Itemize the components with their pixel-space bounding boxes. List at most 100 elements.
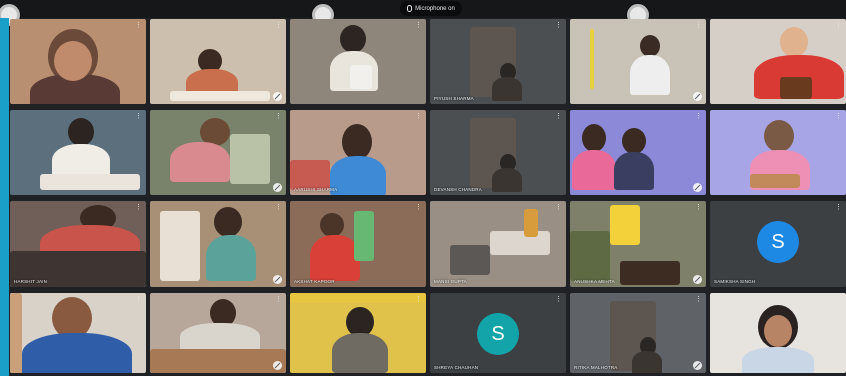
video-object [524, 209, 538, 237]
video-person-head [622, 128, 646, 154]
more-options-icon[interactable]: ⋮ [135, 204, 142, 211]
video-person-body [492, 77, 522, 101]
participant-tile[interactable]: ⋮ [150, 110, 286, 195]
participant-video [10, 19, 146, 104]
participant-name: PIYUSH SHARMA [434, 96, 474, 101]
participant-tile[interactable]: ⋮ AKSHAT KAPOOR [290, 201, 426, 287]
participant-tile[interactable]: ⋮ [150, 19, 286, 104]
more-options-icon[interactable]: ⋮ [695, 22, 702, 29]
participant-tile[interactable]: ⋮ [150, 293, 286, 373]
more-options-icon[interactable]: ⋮ [555, 296, 562, 303]
video-person-head [340, 25, 366, 53]
participant-tile[interactable]: ⋮ PIYUSH SHARMA [430, 19, 566, 104]
participant-video [710, 293, 846, 373]
video-person-body [614, 152, 654, 190]
participant-tile[interactable]: ⋮ ANUSHKA MEHTA [570, 201, 706, 287]
more-options-icon[interactable]: ⋮ [415, 113, 422, 120]
participant-tile[interactable]: ⋮ [710, 293, 846, 373]
participant-video [10, 201, 146, 287]
video-person-body [630, 55, 670, 95]
video-object [40, 174, 140, 190]
participant-video [290, 293, 426, 373]
participant-tile[interactable]: ⋮ [710, 110, 846, 195]
more-options-icon[interactable]: ⋮ [415, 296, 422, 303]
participant-video [570, 19, 706, 104]
video-object [450, 245, 490, 275]
participant-video [710, 110, 846, 195]
participant-tile[interactable]: ⋮ [10, 110, 146, 195]
more-options-icon[interactable]: ⋮ [275, 204, 282, 211]
video-person-head [320, 213, 344, 237]
muted-mic-icon [693, 183, 702, 192]
more-options-icon[interactable]: ⋮ [835, 204, 842, 211]
participant-tile[interactable]: ⋮ DEVANSH CHANDRA [430, 110, 566, 195]
participant-tile[interactable]: ⋮ RITIKA MALHOTRA [570, 293, 706, 373]
video-object [590, 29, 594, 89]
more-options-icon[interactable]: ⋮ [275, 296, 282, 303]
participant-tile[interactable]: ⋮ [570, 19, 706, 104]
microphone-icon [407, 5, 413, 12]
participant-tile[interactable]: ⋮ [710, 19, 846, 104]
participant-video [710, 19, 846, 104]
video-person-head [342, 124, 372, 160]
participant-video [10, 293, 146, 373]
video-person-head [68, 118, 94, 146]
more-options-icon[interactable]: ⋮ [835, 296, 842, 303]
participant-video [290, 110, 426, 195]
more-options-icon[interactable]: ⋮ [835, 22, 842, 29]
video-person-head [764, 315, 792, 347]
participant-tile[interactable]: ⋮ [570, 110, 706, 195]
video-person-body [492, 168, 522, 192]
participant-name: RITIKA MALHOTRA [574, 365, 618, 370]
more-options-icon[interactable]: ⋮ [275, 22, 282, 29]
participant-video [430, 201, 566, 287]
more-options-icon[interactable]: ⋮ [135, 22, 142, 29]
participant-avatar: S [477, 313, 519, 355]
more-options-icon[interactable]: ⋮ [555, 204, 562, 211]
participant-tile[interactable]: ⋮ HARSHIT JAIN [10, 201, 146, 287]
participant-video [150, 293, 286, 373]
video-person-head [582, 124, 606, 152]
more-options-icon[interactable]: ⋮ [695, 113, 702, 120]
more-options-icon[interactable]: ⋮ [135, 296, 142, 303]
more-options-icon[interactable]: ⋮ [555, 113, 562, 120]
video-person-head [780, 27, 808, 57]
presenter-mic-indicator: Microphone on [400, 1, 462, 16]
participant-video [150, 19, 286, 104]
more-options-icon[interactable]: ⋮ [555, 22, 562, 29]
participant-name: SHREYA CHAUHAN [434, 365, 479, 370]
participant-tile[interactable]: ⋮ [290, 19, 426, 104]
video-object [750, 174, 800, 188]
participant-video [10, 110, 146, 195]
participant-name: AARUSHI SHARMA [294, 187, 338, 192]
participant-tile[interactable]: ⋮ [150, 201, 286, 287]
presenter-mic-label: Microphone on [415, 5, 455, 12]
video-object [230, 134, 270, 184]
more-options-icon[interactable]: ⋮ [415, 204, 422, 211]
participant-tile[interactable]: ⋮ MANSI GUPTA [430, 201, 566, 287]
participant-tile[interactable]: S ⋮ SHREYA CHAUHAN [430, 293, 566, 373]
video-object [150, 349, 286, 373]
video-object [350, 65, 372, 89]
more-options-icon[interactable]: ⋮ [695, 204, 702, 211]
video-object [780, 77, 812, 99]
video-person-body [170, 142, 230, 182]
video-person-body [310, 235, 360, 281]
participant-tile[interactable]: ⋮ [10, 19, 146, 104]
video-object [160, 211, 200, 281]
participant-tile[interactable]: S ⋮ SAMIKSHA SINGH [710, 201, 846, 287]
video-person-body [572, 150, 616, 190]
participant-tile[interactable]: ⋮ AARUSHI SHARMA [290, 110, 426, 195]
participant-video [570, 110, 706, 195]
more-options-icon[interactable]: ⋮ [275, 113, 282, 120]
more-options-icon[interactable]: ⋮ [135, 113, 142, 120]
video-object [290, 293, 426, 303]
more-options-icon[interactable]: ⋮ [835, 113, 842, 120]
more-options-icon[interactable]: ⋮ [415, 22, 422, 29]
participant-tile[interactable]: ⋮ [290, 293, 426, 373]
video-object [570, 231, 610, 281]
video-object [490, 231, 550, 255]
participant-tile[interactable]: ⋮ [10, 293, 146, 373]
more-options-icon[interactable]: ⋮ [695, 296, 702, 303]
video-object [354, 211, 374, 261]
